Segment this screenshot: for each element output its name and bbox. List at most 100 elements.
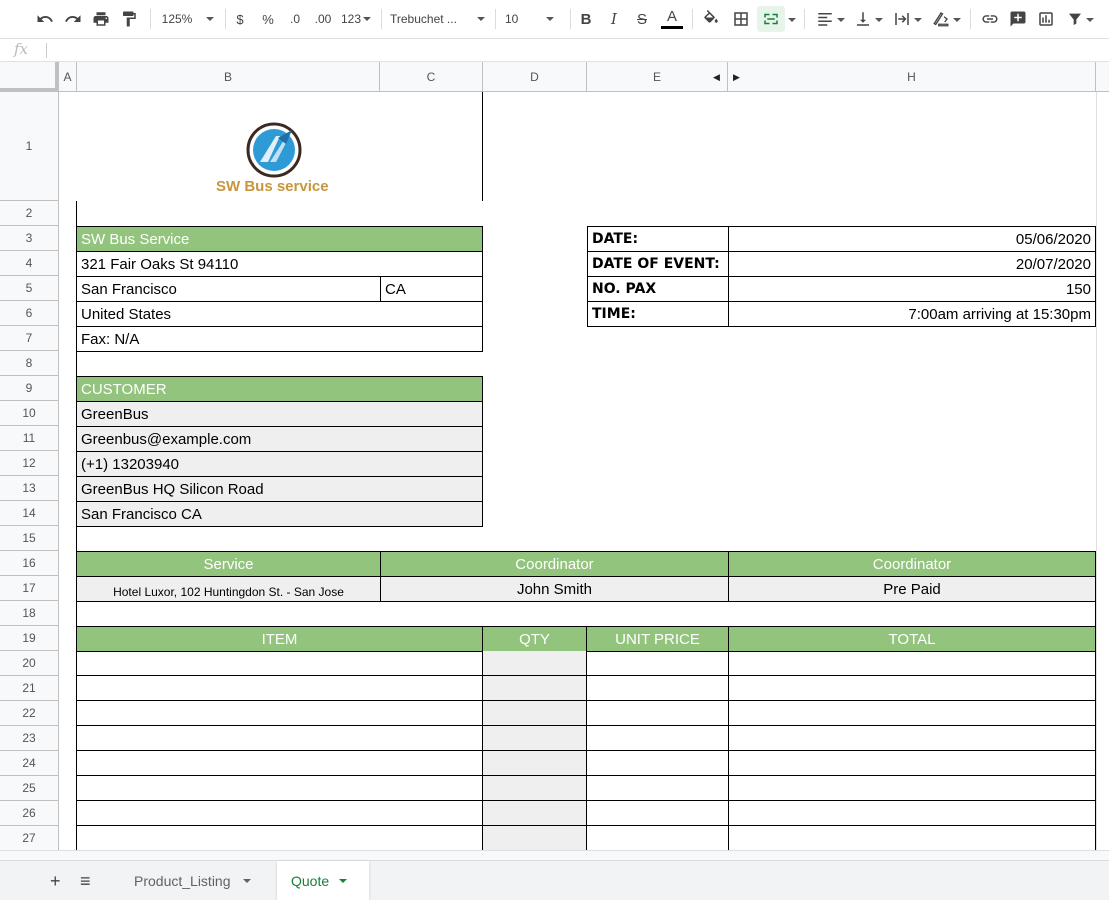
- strikethrough-icon[interactable]: S: [631, 6, 653, 32]
- event-date-label[interactable]: DATE OF EVENT:: [587, 251, 729, 277]
- formula-input[interactable]: [52, 39, 1102, 61]
- insert-link-icon[interactable]: [977, 6, 1003, 32]
- row-header[interactable]: 25: [0, 776, 59, 801]
- merge-dropdown-icon[interactable]: [786, 6, 798, 32]
- date-label[interactable]: DATE:: [587, 226, 729, 252]
- coordinator-header-2[interactable]: Coordinator: [728, 551, 1096, 577]
- date-value[interactable]: 05/06/2020: [728, 226, 1096, 252]
- font-size-select[interactable]: 10: [505, 6, 563, 32]
- row-header[interactable]: 17: [0, 576, 59, 601]
- row-header[interactable]: 8: [0, 351, 59, 376]
- time-label[interactable]: TIME:: [587, 301, 729, 327]
- percent-format-button[interactable]: %: [257, 6, 279, 32]
- borders-icon[interactable]: [728, 6, 754, 32]
- row-header[interactable]: 23: [0, 726, 59, 751]
- more-formats-select[interactable]: 123: [339, 6, 373, 32]
- increase-decimal-button[interactable]: .00: [310, 6, 336, 32]
- service-header[interactable]: Service: [76, 551, 381, 577]
- blank-row-18[interactable]: [76, 601, 1096, 627]
- left-arrow-icon[interactable]: ◀: [713, 72, 720, 83]
- vertical-align-icon[interactable]: [850, 6, 886, 32]
- customer-header[interactable]: CUSTOMER: [76, 376, 483, 402]
- zoom-select[interactable]: 125%: [158, 6, 218, 32]
- total-header[interactable]: TOTAL: [728, 626, 1096, 652]
- horizontal-scrollbar[interactable]: [0, 850, 1109, 860]
- company-fax[interactable]: Fax: N/A: [76, 326, 483, 352]
- row-header[interactable]: 11: [0, 426, 59, 451]
- col-header-e[interactable]: E: [587, 62, 728, 92]
- row-header[interactable]: 26: [0, 801, 59, 826]
- fill-color-icon[interactable]: [698, 6, 724, 32]
- company-country[interactable]: United States: [76, 301, 483, 327]
- row-header[interactable]: 15: [0, 526, 59, 551]
- row-header[interactable]: 5: [0, 276, 59, 301]
- text-rotation-icon[interactable]: [928, 6, 964, 32]
- event-date-value[interactable]: 20/07/2020: [728, 251, 1096, 277]
- customer-address[interactable]: GreenBus HQ Silicon Road: [76, 476, 483, 502]
- select-all-corner[interactable]: [0, 62, 59, 92]
- italic-icon[interactable]: I: [603, 6, 625, 32]
- print-icon[interactable]: [88, 6, 114, 32]
- row-header[interactable]: 19: [0, 626, 59, 651]
- text-wrapping-icon[interactable]: [889, 6, 925, 32]
- qty-header[interactable]: QTY: [482, 626, 587, 652]
- insert-chart-icon[interactable]: [1033, 6, 1059, 32]
- currency-format-button[interactable]: $: [230, 6, 250, 32]
- decrease-decimal-button[interactable]: .0: [284, 6, 306, 32]
- col-header-d[interactable]: D: [483, 62, 587, 92]
- paint-format-icon[interactable]: [116, 6, 142, 32]
- text-color-icon[interactable]: A: [659, 6, 685, 32]
- customer-city[interactable]: San Francisco CA: [76, 501, 483, 527]
- row-header[interactable]: 6: [0, 301, 59, 326]
- unit-price-header[interactable]: UNIT PRICE: [586, 626, 729, 652]
- item-header[interactable]: ITEM: [76, 626, 483, 652]
- pax-value[interactable]: 150: [728, 276, 1096, 302]
- sheet-tab-quote[interactable]: Quote: [277, 861, 369, 900]
- merge-cells-icon[interactable]: [757, 6, 785, 32]
- row-header[interactable]: 7: [0, 326, 59, 351]
- horizontal-align-icon[interactable]: [812, 6, 848, 32]
- row-header[interactable]: 22: [0, 701, 59, 726]
- col-header-b[interactable]: B: [77, 62, 380, 92]
- company-address[interactable]: 321 Fair Oaks St 94110: [76, 251, 483, 277]
- row-header[interactable]: 20: [0, 651, 59, 676]
- row-header[interactable]: 2: [0, 201, 59, 226]
- row-header[interactable]: 21: [0, 676, 59, 701]
- col-header-h[interactable]: H: [728, 62, 1096, 92]
- row-header[interactable]: 24: [0, 751, 59, 776]
- row-header[interactable]: 16: [0, 551, 59, 576]
- col-header-a[interactable]: A: [59, 62, 77, 92]
- sheet-tab-product-listing[interactable]: Product_Listing: [120, 861, 265, 900]
- time-value[interactable]: 7:00am arriving at 15:30pm: [728, 301, 1096, 327]
- font-family-select[interactable]: Trebuchet ...: [390, 6, 488, 32]
- all-sheets-icon[interactable]: ≡: [80, 871, 91, 892]
- company-state[interactable]: CA: [380, 276, 483, 302]
- row-header[interactable]: 12: [0, 451, 59, 476]
- coordinator-header[interactable]: Coordinator: [380, 551, 729, 577]
- pax-label[interactable]: NO. PAX: [587, 276, 729, 302]
- row-header[interactable]: 18: [0, 601, 59, 626]
- row-header[interactable]: 3: [0, 226, 59, 251]
- redo-icon[interactable]: [60, 6, 86, 32]
- row-header[interactable]: 1: [0, 92, 59, 201]
- customer-phone[interactable]: (+1) 13203940: [76, 451, 483, 477]
- insert-comment-icon[interactable]: [1005, 6, 1031, 32]
- company-name[interactable]: SW Bus Service: [76, 226, 483, 252]
- coordinator-value-2[interactable]: Pre Paid: [728, 576, 1096, 602]
- row-header[interactable]: 13: [0, 476, 59, 501]
- undo-icon[interactable]: [32, 6, 58, 32]
- row-header[interactable]: 9: [0, 376, 59, 401]
- add-sheet-icon[interactable]: +: [50, 871, 61, 892]
- company-city[interactable]: San Francisco: [76, 276, 381, 302]
- customer-name[interactable]: GreenBus: [76, 401, 483, 427]
- coordinator-value[interactable]: John Smith: [380, 576, 729, 602]
- row-header[interactable]: 10: [0, 401, 59, 426]
- customer-email[interactable]: Greenbus@example.com: [76, 426, 483, 452]
- col-header-c[interactable]: C: [380, 62, 483, 92]
- row-header[interactable]: 14: [0, 501, 59, 526]
- bold-icon[interactable]: B: [575, 6, 597, 32]
- row-header[interactable]: 4: [0, 251, 59, 276]
- row-header[interactable]: 27: [0, 826, 59, 850]
- filter-icon[interactable]: [1062, 6, 1098, 32]
- service-value[interactable]: Hotel Luxor, 102 Huntingdon St. - San Jo…: [76, 576, 381, 602]
